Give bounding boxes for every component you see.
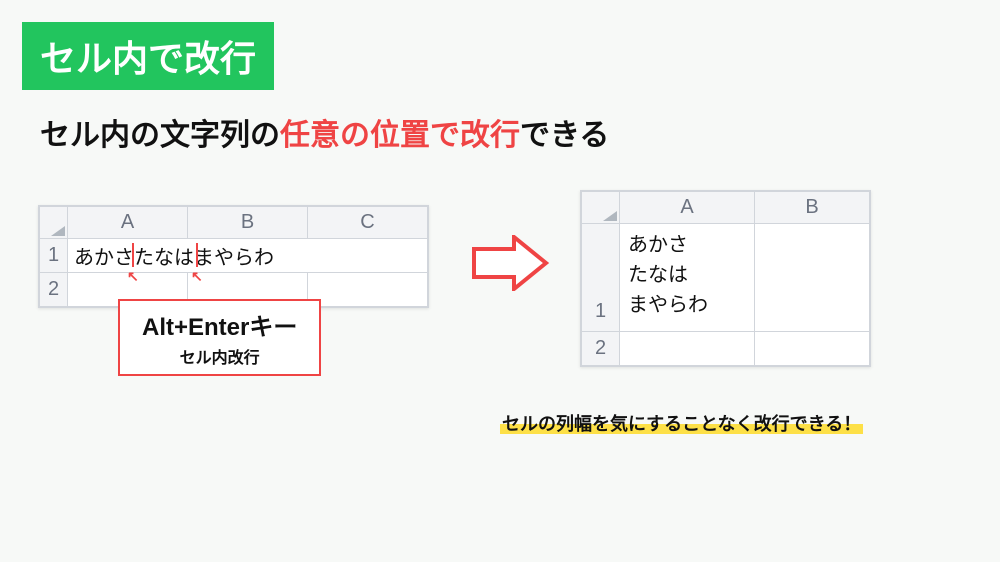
cursor-mark-2 <box>196 243 198 267</box>
subtitle-emphasis: 任意の位置で改行 <box>280 119 520 152</box>
col-header-b: B <box>188 207 308 239</box>
footer-note: セルの列幅を気にすることなく改行できる！ <box>500 410 863 436</box>
sheet-corner <box>582 192 620 224</box>
row-header-2: 2 <box>40 273 68 307</box>
cell-b1 <box>755 224 870 332</box>
arrow-right-icon <box>470 235 550 291</box>
callout-box: Alt+Enterキー セル内改行 <box>118 299 321 376</box>
cell-line-3: まやらわ <box>628 290 746 320</box>
cell-a2 <box>620 332 755 366</box>
spreadsheet-after: A B 1 あかさ たなは まやらわ 2 <box>580 190 871 367</box>
col-header-b: B <box>755 192 870 224</box>
cell-c2 <box>308 273 428 307</box>
cursor-arrow-icon-1: ↖ <box>127 268 139 285</box>
cell-b2 <box>755 332 870 366</box>
col-header-a: A <box>68 207 188 239</box>
cell-a1-text: あかさたなはまやらわ <box>74 247 274 269</box>
row-header-1: 1 <box>40 239 68 273</box>
callout-key: Alt+Enterキー <box>142 307 297 342</box>
cell-a1-after: あかさ たなは まやらわ <box>620 224 755 332</box>
subtitle: セル内の文字列の任意の位置で改行できる <box>40 110 609 154</box>
row-header-1: 1 <box>582 224 620 332</box>
sheet-corner <box>40 207 68 239</box>
callout-sub: セル内改行 <box>142 344 297 368</box>
footer-text: セルの列幅を気にすることなく改行できる！ <box>500 414 863 434</box>
row-header-2: 2 <box>582 332 620 366</box>
subtitle-pre: セル内の文字列の <box>40 119 280 152</box>
subtitle-post: できる <box>520 119 609 152</box>
cell-line-2: たなは <box>628 260 746 290</box>
cell-line-1: あかさ <box>628 230 746 260</box>
spreadsheet-before: A B C 1 あかさたなはまやらわ 2 ↖ ↖ <box>38 205 429 308</box>
col-header-c: C <box>308 207 428 239</box>
cursor-mark-1 <box>132 243 134 267</box>
col-header-a: A <box>620 192 755 224</box>
cell-a1-before: あかさたなはまやらわ <box>68 239 428 273</box>
cursor-arrow-icon-2: ↖ <box>191 268 203 285</box>
title-badge: セル内で改行 <box>22 22 274 90</box>
